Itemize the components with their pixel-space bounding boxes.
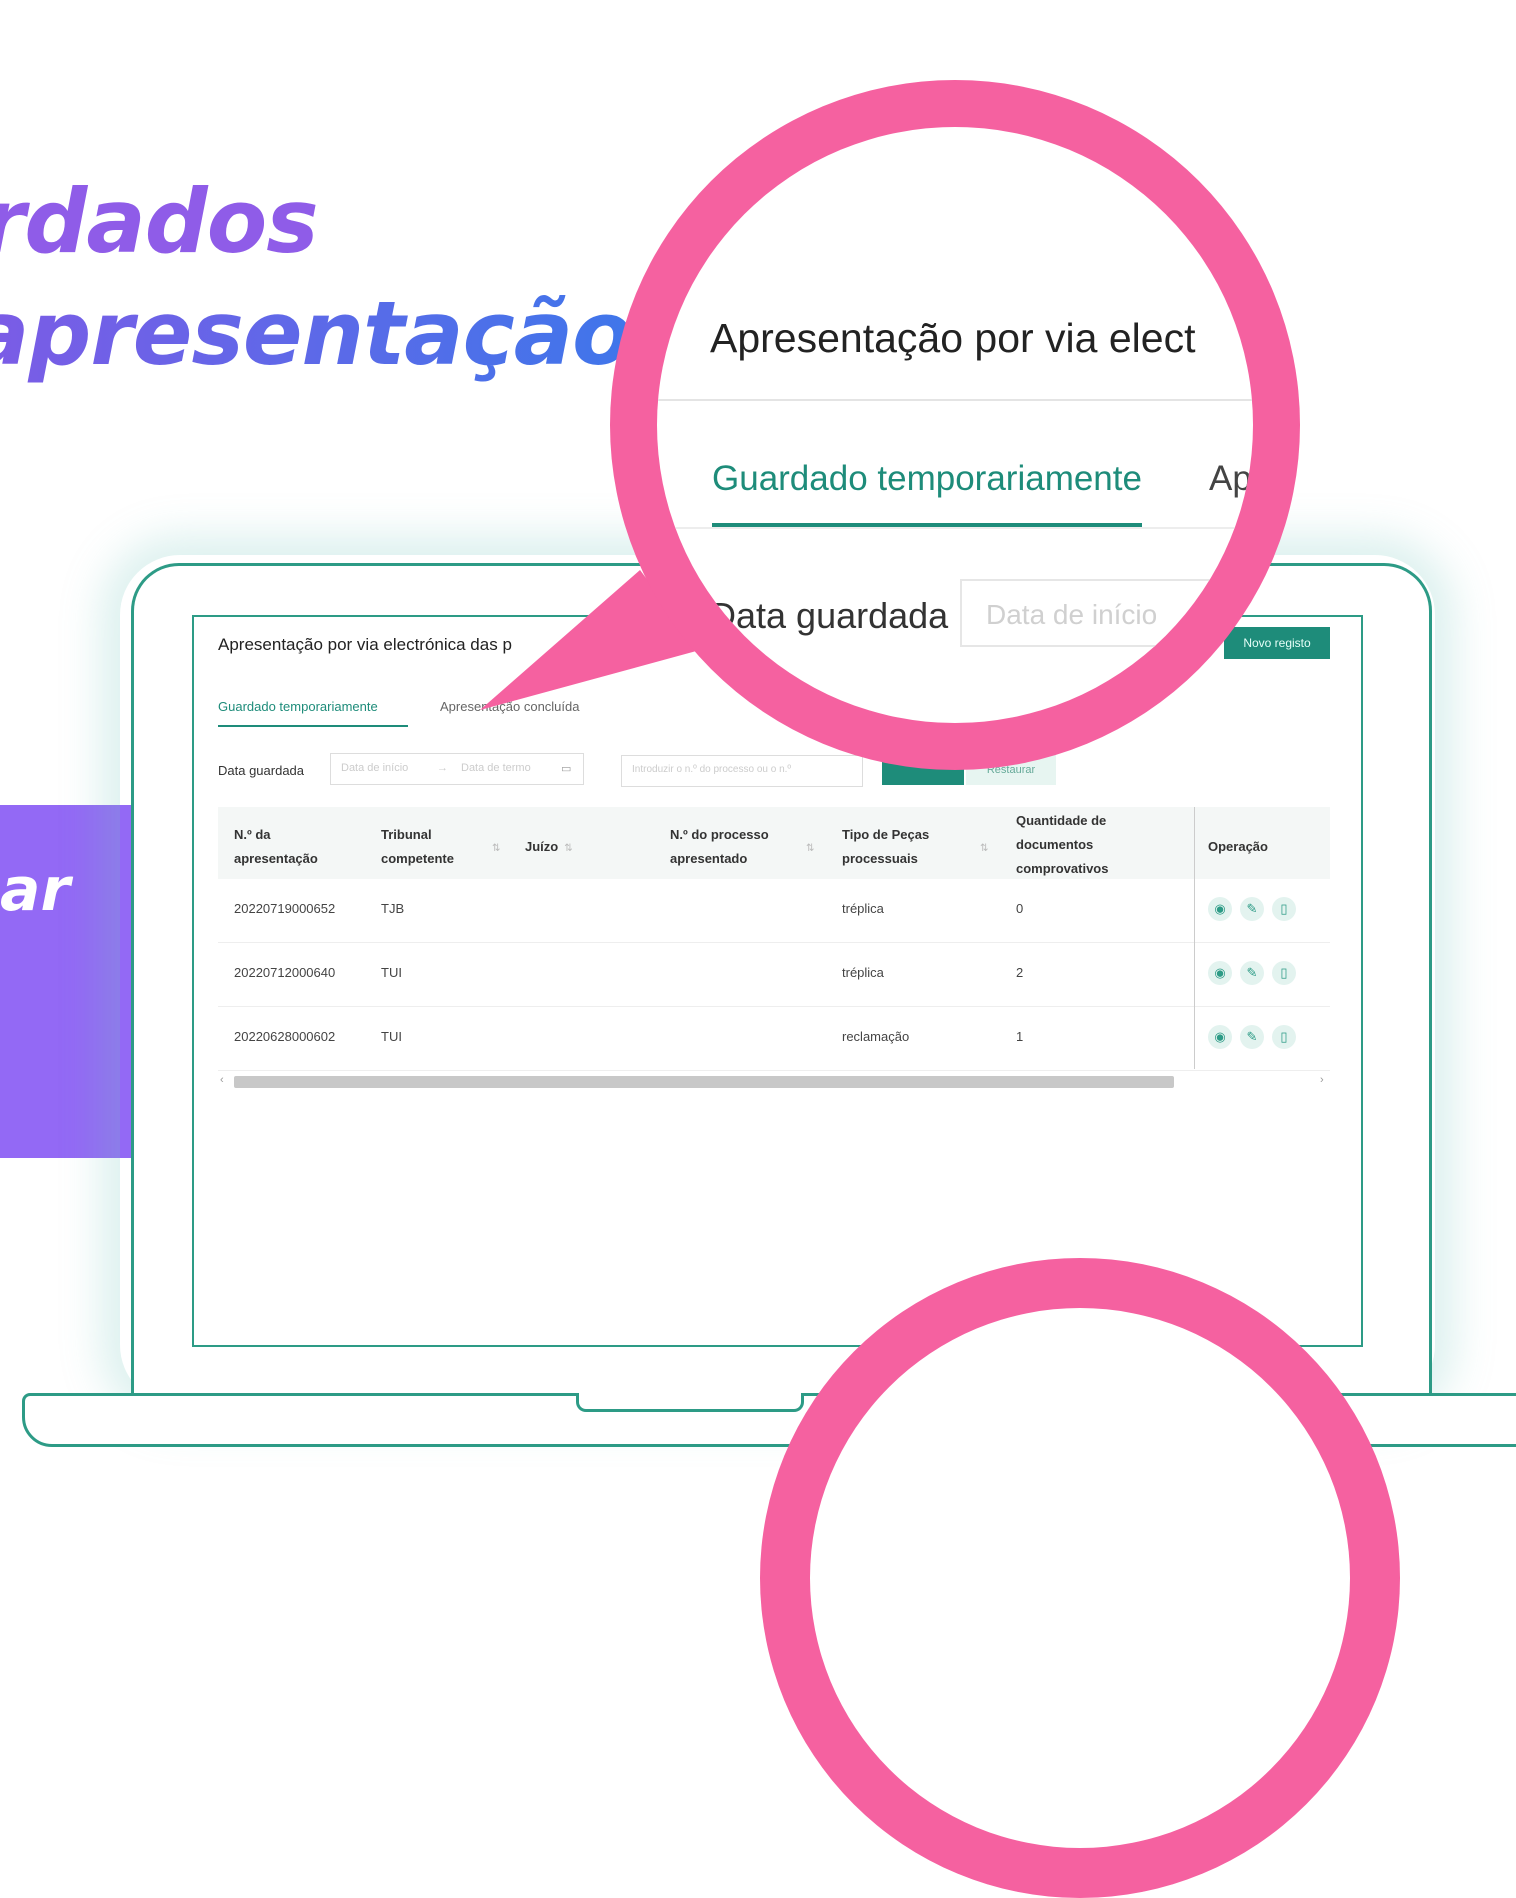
col-header-type[interactable]: Tipo de Peças processuais [842, 823, 929, 871]
cell-number: 20220719000652 [234, 901, 336, 916]
eye-icon[interactable]: ◉ [1208, 1025, 1232, 1049]
col-header-label: competente [381, 851, 454, 866]
sort-icon[interactable]: ⇅ [974, 835, 988, 861]
scroll-right-icon[interactable]: › [1320, 1074, 1324, 1086]
table-header: N.º da apresentação Tribunal competente … [218, 807, 1330, 879]
sort-icon[interactable]: ⇅ [800, 835, 814, 861]
magnifier-callout: Apresentação por via elect Guardado temp… [610, 80, 1300, 770]
sort-icon[interactable]: ⇅ [564, 843, 572, 854]
filter-label: Data guardada [218, 763, 305, 778]
promo-banner-text: ar [0, 855, 71, 925]
cell-quantity: 2 [1016, 965, 1024, 980]
date-range-picker[interactable]: Data de início → Data de termo ▭ [330, 753, 584, 785]
process-search-placeholder: Introduzir o n.º do processo ou o n.º [632, 764, 792, 775]
eye-icon[interactable]: ◉ [1208, 897, 1232, 921]
col-header-label: Quantidade de [1016, 813, 1107, 828]
trash-icon[interactable]: ▯ [1272, 961, 1296, 985]
page-title: Apresentação por via electrónica das p [218, 635, 512, 654]
edit-icon[interactable]: ✎ [1240, 961, 1264, 985]
col-header-quantity[interactable]: Quantidade de documentos comprovativos [1016, 809, 1108, 881]
magnified-tab-active: Guardado temporariamente [712, 459, 1142, 498]
edit-icon[interactable]: ✎ [1240, 1025, 1264, 1049]
cell-type: tréplica [842, 965, 884, 980]
magnified-date-input: Data de início [960, 579, 1253, 647]
date-end-placeholder: Data de termo [461, 762, 531, 774]
col-header-label: N.º da [234, 827, 271, 842]
sort-icon[interactable]: ⇅ [486, 835, 500, 861]
fixed-column-divider [1194, 807, 1195, 1069]
magnifier-view: Apresentação por via elect Guardado temp… [657, 127, 1253, 723]
records-table: N.º da apresentação Tribunal competente … [218, 807, 1330, 1071]
tab-saved-temporarily[interactable]: Guardado temporariamente [218, 699, 378, 714]
magnified-page-title: Apresentação por via elect [710, 315, 1196, 361]
row-operations: ◉ ✎ ▯ [1208, 897, 1304, 921]
cell-tribunal: TJB [381, 901, 405, 916]
date-start-placeholder: Data de início [341, 762, 409, 774]
promo-banner: ar [0, 805, 132, 1158]
app-screen: Apresentação por via electrónica das p N… [192, 615, 1363, 1347]
col-header-juizo[interactable]: Juízo ⇅ [525, 835, 573, 861]
calendar-icon: ▭ [561, 763, 572, 775]
col-header-label: apresentação [234, 851, 318, 866]
process-search-input[interactable]: Introduzir o n.º do processo ou o n.º [621, 755, 863, 787]
col-header-tribunal[interactable]: Tribunal competente [381, 823, 454, 871]
col-header-label: N.º do processo [670, 827, 769, 842]
col-header-label: Juízo [525, 839, 559, 854]
cell-type: tréplica [842, 901, 884, 916]
divider [657, 527, 1253, 529]
col-header-number[interactable]: N.º da apresentação [234, 823, 318, 871]
magnifier-view-secondary [810, 1308, 1350, 1848]
cell-number: 20220712000640 [234, 965, 336, 980]
scrollbar-thumb[interactable] [234, 1076, 1174, 1088]
col-header-label: comprovativos [1016, 861, 1109, 876]
laptop-notch [576, 1393, 804, 1412]
cell-quantity: 0 [1016, 901, 1024, 916]
edit-icon[interactable]: ✎ [1240, 897, 1264, 921]
col-header-label: apresentado [670, 851, 748, 866]
scroll-left-icon[interactable]: ‹ [220, 1074, 224, 1086]
cell-type: reclamação [842, 1029, 910, 1044]
active-tab-underline [218, 725, 408, 727]
trash-icon[interactable]: ▯ [1272, 897, 1296, 921]
col-header-operation: Operação [1208, 835, 1268, 859]
horizontal-scrollbar[interactable]: ‹ › [218, 1074, 1330, 1088]
promo-title-line2: apresentação [0, 282, 633, 385]
table-row: 20220719000652 TJB tréplica 0 ◉ ✎ ▯ [218, 879, 1330, 943]
col-header-label: processuais [842, 851, 918, 866]
date-arrow-icon: → [437, 762, 448, 774]
cell-tribunal: TUI [381, 1029, 402, 1044]
col-header-process[interactable]: N.º do processo apresentado [670, 823, 769, 871]
col-header-label: Operação [1208, 839, 1268, 854]
magnified-filter-label: Data guardada [710, 595, 949, 636]
trash-icon[interactable]: ▯ [1272, 1025, 1296, 1049]
row-operations: ◉ ✎ ▯ [1208, 1025, 1304, 1049]
table-row: 20220628000602 TUI reclamação 1 ◉ ✎ ▯ [218, 1007, 1330, 1071]
cell-number: 20220628000602 [234, 1029, 336, 1044]
magnifier-callout-secondary [760, 1258, 1400, 1898]
magnified-tab-other: Ap [1209, 459, 1252, 498]
cell-tribunal: TUI [381, 965, 402, 980]
divider [657, 399, 1253, 401]
promo-title-line1: rdados [0, 170, 319, 273]
col-header-label: documentos [1016, 837, 1094, 852]
row-operations: ◉ ✎ ▯ [1208, 961, 1304, 985]
magnified-date-placeholder: Data de início [986, 599, 1158, 630]
cell-quantity: 1 [1016, 1029, 1024, 1044]
eye-icon[interactable]: ◉ [1208, 961, 1232, 985]
col-header-label: Tribunal [381, 827, 432, 842]
table-row: 20220712000640 TUI tréplica 2 ◉ ✎ ▯ [218, 943, 1330, 1007]
col-header-label: Tipo de Peças [842, 827, 930, 842]
